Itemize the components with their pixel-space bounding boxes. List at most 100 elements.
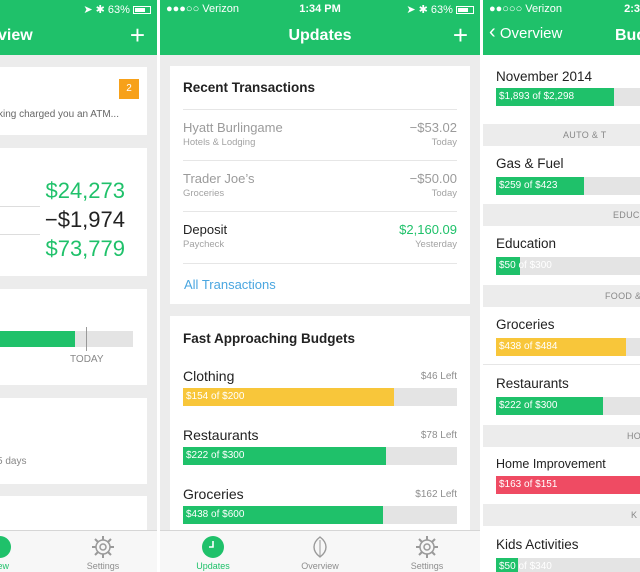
today-label: TODAY <box>70 354 104 365</box>
summary-value-1: $24,273 <box>45 178 125 203</box>
budget-bar[interactable]: $438 of $600 <box>183 506 457 524</box>
budgets-screen-partial: ●●○○○ Verizon 2:3 ‹ Overview Bud Novembe… <box>483 0 640 572</box>
transaction-name: Deposit <box>183 222 228 237</box>
tab-updates[interactable]: Updates <box>178 535 248 571</box>
budget-bar-label: $222 of $300 <box>499 400 558 411</box>
budget-remaining: $78 Left <box>420 430 457 441</box>
notification-text: king charged you an ATM... <box>0 109 119 120</box>
days-text: 5 days <box>0 456 27 467</box>
mid-tab-bar: Updates Overview Settings <box>160 530 480 572</box>
recent-transactions-title: Recent Transactions <box>183 80 316 95</box>
budget-bar-label: $222 of $300 <box>186 450 245 461</box>
recent-transactions-card: Recent Transactions Hyatt Burlingame Hot… <box>170 66 470 304</box>
budget-bar-label: $259 of $423 <box>499 180 558 191</box>
add-icon[interactable]: + <box>453 22 468 48</box>
left-status-bar: ➤ ✱ 63% <box>0 0 157 18</box>
gear-icon <box>415 535 439 559</box>
section-header: HO <box>483 425 640 447</box>
battery-icon <box>456 6 474 15</box>
leaf-icon <box>308 535 332 559</box>
budget-row[interactable]: November 2014 $1,893 of $2,298 <box>483 58 640 124</box>
transaction-name: Trader Joe’s <box>183 171 255 186</box>
budget-bar: $438 of $484 <box>496 338 640 356</box>
all-transactions-link[interactable]: All Transactions <box>184 277 276 292</box>
transaction-category: Hotels & Lodging <box>183 137 256 148</box>
budget-bar-label: $154 of $200 <box>186 391 245 402</box>
spending-bar <box>0 331 133 347</box>
budget-bar[interactable]: $222 of $300 <box>183 447 457 465</box>
transaction-amount: −$53.02 <box>409 120 457 135</box>
transaction-date: Today <box>431 188 457 199</box>
budget-row[interactable]: Restaurants $222 of $300 <box>483 366 640 424</box>
budget-name: Restaurants <box>496 376 569 391</box>
transaction-name: Hyatt Burlingame <box>183 120 283 135</box>
chevron-left-icon: ‹ <box>489 21 496 43</box>
tab-settings[interactable]: Settings <box>392 535 462 571</box>
bluetooth-icon: ✱ <box>418 4 428 16</box>
budget-name: Groceries <box>496 317 555 332</box>
location-icon: ➤ <box>83 4 93 16</box>
back-label: Overview <box>499 25 563 42</box>
budget-row[interactable]: Kids Activities $50 of $340 <box>483 527 640 572</box>
budget-bar: $259 of $423 <box>496 177 640 195</box>
tab-overview[interactable]: Overview <box>285 535 355 571</box>
right-navbar: ●●○○○ Verizon 2:3 ‹ Overview Bud <box>483 0 640 55</box>
add-icon[interactable]: + <box>130 22 145 48</box>
transaction-row[interactable]: Deposit Paycheck $2,160.09 Yesterday <box>183 211 457 261</box>
budget-name: Restaurants <box>183 427 259 443</box>
transaction-amount: $2,160.09 <box>399 222 457 237</box>
page-title: Updates <box>288 27 352 44</box>
transaction-row[interactable]: Hyatt Burlingame Hotels & Lodging −$53.0… <box>183 109 457 159</box>
notification-badge: 2 <box>119 79 139 99</box>
spending-progress-card: TODAY <box>0 289 147 385</box>
section-header: EDUC <box>483 204 640 226</box>
budget-row[interactable]: Home Improvement $163 of $151 <box>483 447 640 503</box>
tab-label: view <box>0 561 9 571</box>
budget-bar: $50 of $340 <box>496 558 640 572</box>
budget-row[interactable]: Groceries $438 of $484 <box>483 307 640 365</box>
fast-budgets-title: Fast Approaching Budgets <box>183 331 356 346</box>
budget-name: Kids Activities <box>496 537 579 552</box>
days-card: 5 days <box>0 398 147 484</box>
budget-bar-label: $50 of $340 <box>499 561 552 572</box>
divider <box>183 263 457 264</box>
right-status-bar: ●●○○○ Verizon 2:3 <box>483 0 640 18</box>
divider <box>0 234 40 235</box>
transaction-date: Yesterday <box>415 239 457 250</box>
today-marker <box>86 327 87 351</box>
transaction-category: Groceries <box>183 188 225 199</box>
summary-value-2: −$1,974 <box>44 207 125 232</box>
tab-settings[interactable]: Settings <box>68 535 138 571</box>
section-header: AUTO & T <box>483 124 640 146</box>
back-button[interactable]: ‹ Overview <box>489 22 563 42</box>
mid-status-bar: ●●●○○ Verizon 1:34 PM ➤ ✱ 63% <box>160 0 480 18</box>
budget-bar-label: $438 of $484 <box>499 341 558 352</box>
clock-icon <box>201 535 225 559</box>
tab-overview[interactable]: view <box>0 535 35 571</box>
battery-icon <box>133 6 151 15</box>
budget-bar: $50 of $300 <box>496 257 640 275</box>
overview-screen-partial: ➤ ✱ 63% view + 2 king charged you an ATM… <box>0 0 157 572</box>
budget-bar[interactable]: $154 of $200 <box>183 388 457 406</box>
budget-remaining: $162 Left <box>415 489 457 500</box>
bluetooth-icon: ✱ <box>95 4 105 16</box>
battery-percent: 63% <box>107 4 130 16</box>
budget-bar-label: $438 of $600 <box>186 509 245 520</box>
budget-name: Home Improvement <box>496 457 606 471</box>
budget-bar-label: $50 of $300 <box>499 260 552 271</box>
budget-row[interactable]: Gas & Fuel $259 of $423 <box>483 146 640 204</box>
transaction-category: Paycheck <box>183 239 225 250</box>
mid-navbar: ●●●○○ Verizon 1:34 PM ➤ ✱ 63% Updates + <box>160 0 480 55</box>
divider <box>0 206 40 207</box>
budget-bar: $1,893 of $2,298 <box>496 88 640 106</box>
carrier-text: ●●○○○ Verizon <box>489 3 562 15</box>
budget-name: Education <box>496 236 557 251</box>
budget-name: Groceries <box>183 486 244 502</box>
budget-row[interactable]: Education $50 of $300 <box>483 226 640 284</box>
left-navbar: ➤ ✱ 63% view + <box>0 0 157 55</box>
budget-name: Clothing <box>183 368 235 384</box>
transaction-row[interactable]: Trader Joe’s Groceries −$50.00 Today <box>183 160 457 210</box>
notification-card[interactable]: 2 king charged you an ATM... <box>0 67 147 135</box>
budget-bar: $222 of $300 <box>496 397 640 415</box>
left-tab-bar: view Settings <box>0 530 157 572</box>
